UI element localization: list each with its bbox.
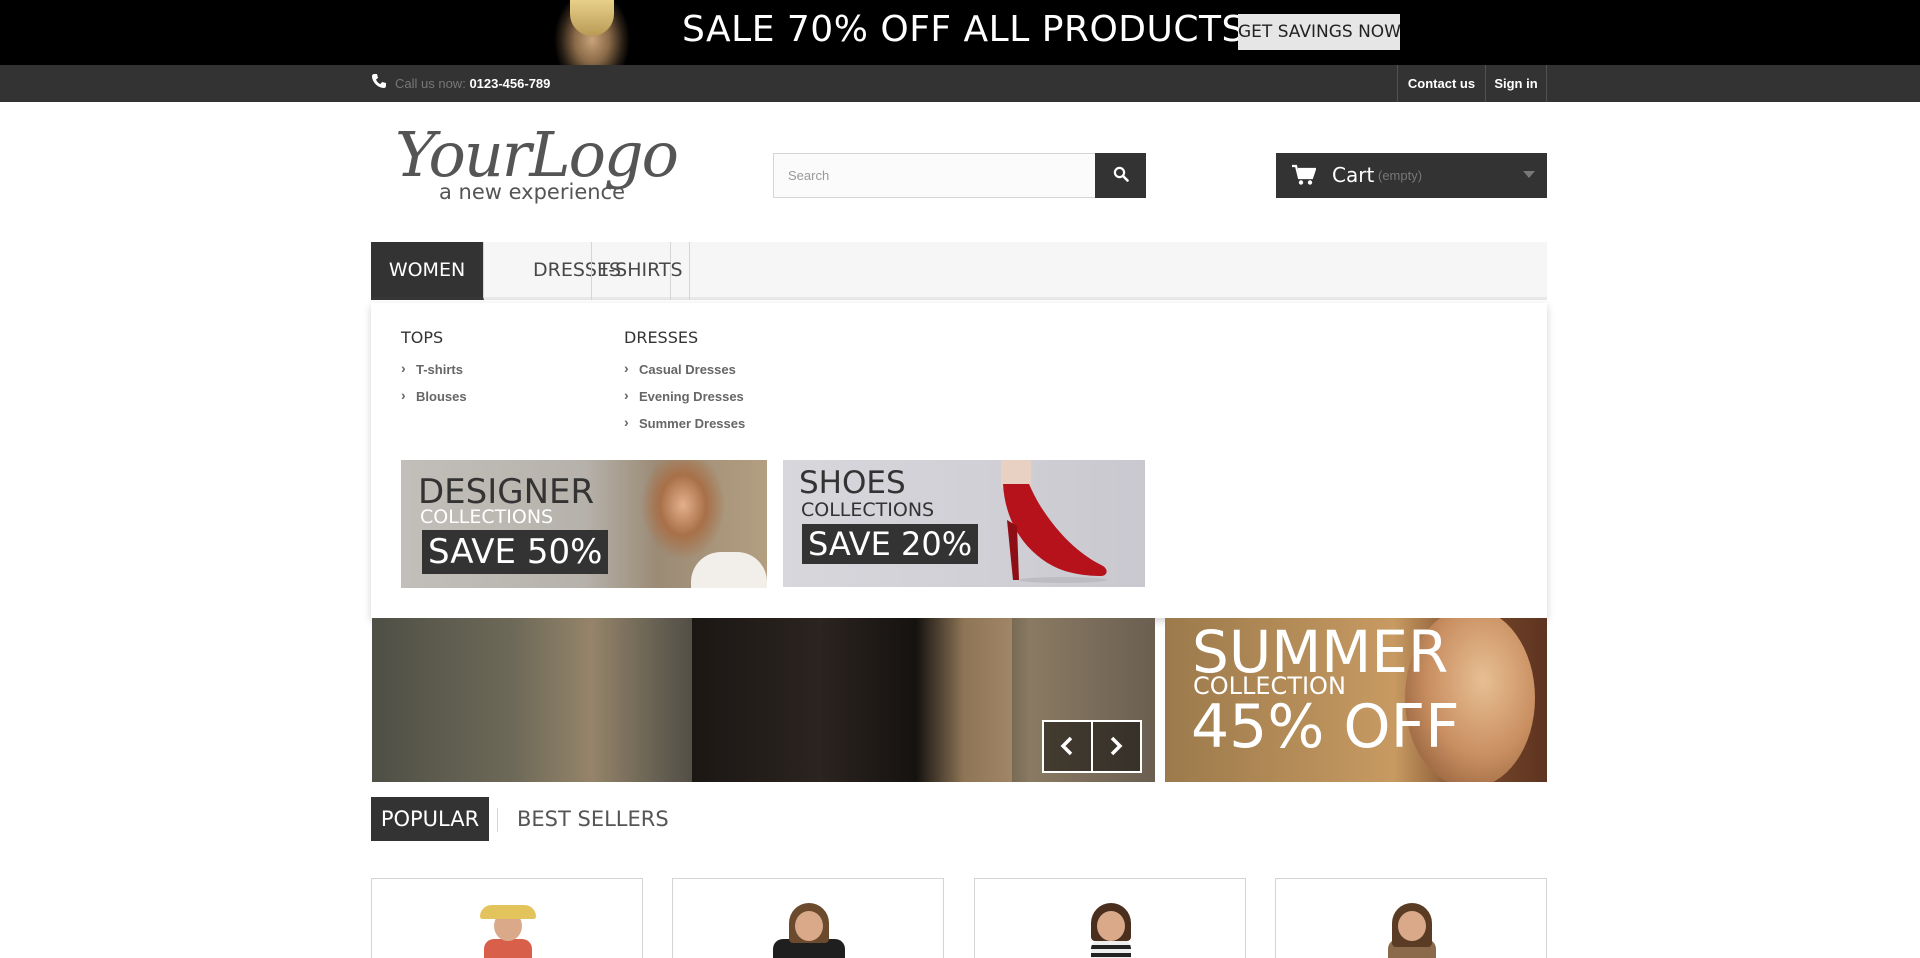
summer-collection-banner[interactable]: SUMMER COLLECTION 45% OFF <box>1165 618 1547 782</box>
sale-banner[interactable]: SALE 70% OFF ALL PRODUCTS GET SAVINGS NO… <box>0 0 1920 65</box>
women-dropdown-panel: TOPS T-shirts Blouses DRESSES Casual Dre… <box>371 303 1547 618</box>
top-nav-bar: Call us now: 0123-456-789 Contact us Sig… <box>0 65 1920 102</box>
product-model-head <box>1398 911 1426 941</box>
product-card[interactable] <box>1275 878 1547 958</box>
product-model-body <box>484 939 532 958</box>
homepage-slider[interactable] <box>372 618 1155 782</box>
chevron-left-icon <box>1060 736 1073 756</box>
product-card[interactable] <box>371 878 643 958</box>
dropdown-link-summer-dresses[interactable]: Summer Dresses <box>624 414 745 431</box>
promo-title-shoes: SHOES <box>799 465 906 501</box>
contact-us-link[interactable]: Contact us <box>1397 65 1485 102</box>
dropdown-link-evening-dresses[interactable]: Evening Dresses <box>624 387 744 404</box>
get-savings-button[interactable]: GET SAVINGS NOW <box>1238 14 1401 50</box>
chevron-right-icon <box>1110 736 1123 756</box>
promo-subtitle-designer: COLLECTIONS <box>420 506 554 528</box>
menu-divider <box>484 242 592 300</box>
tab-popular[interactable]: POPULAR <box>371 797 489 841</box>
product-card[interactable] <box>974 878 1246 958</box>
dropdown-heading-dresses[interactable]: DRESSES <box>624 328 698 347</box>
search-button[interactable] <box>1095 153 1146 198</box>
search-input[interactable] <box>773 153 1096 198</box>
call-us-label: Call us now: <box>395 76 466 91</box>
phone-icon <box>372 74 386 88</box>
phone-number: 0123-456-789 <box>469 76 551 91</box>
tab-best-sellers[interactable]: BEST SELLERS <box>517 797 669 841</box>
promo-discount-shoes: SAVE 20% <box>802 524 979 564</box>
slide-image-leather-jacket <box>692 618 1012 782</box>
site-logo[interactable]: YourLogo a new experience <box>395 118 685 210</box>
promo-discount-designer: SAVE 50% <box>422 530 609 574</box>
product-image <box>1061 899 1161 958</box>
sign-in-link[interactable]: Sign in <box>1485 65 1547 102</box>
shopping-cart-icon <box>1292 164 1316 185</box>
product-model-body <box>1091 939 1131 958</box>
product-image <box>1362 899 1462 958</box>
product-image <box>458 899 558 958</box>
product-model-hat <box>480 905 536 919</box>
slider-next-button[interactable] <box>1091 720 1142 773</box>
product-model-head <box>1097 911 1125 941</box>
designer-collection-promo[interactable]: DESIGNER COLLECTIONS SAVE 50% <box>401 460 767 588</box>
search-icon <box>1113 166 1129 182</box>
cart-status: (empty) <box>1378 168 1423 183</box>
promo-subtitle-shoes: COLLECTIONS <box>801 499 935 521</box>
logo-tagline: a new experience <box>439 180 626 204</box>
product-card[interactable] <box>672 878 944 958</box>
product-image <box>759 899 859 958</box>
product-model-head <box>795 911 823 941</box>
dropdown-link-blouses[interactable]: Blouses <box>401 387 466 404</box>
slider-prev-button[interactable] <box>1042 720 1093 773</box>
banner-model-image <box>530 0 660 65</box>
cart-label: Cart <box>1332 163 1375 187</box>
dropdown-link-casual-dresses[interactable]: Casual Dresses <box>624 360 736 377</box>
shoes-collection-promo[interactable]: SHOES COLLECTIONS SAVE 20% <box>783 460 1145 587</box>
chevron-down-icon[interactable] <box>1523 171 1535 178</box>
menu-item-tshirts[interactable]: T-SHIRTS <box>592 242 690 300</box>
red-shoe-image <box>1001 460 1107 583</box>
summer-discount: 45% OFF <box>1191 692 1460 762</box>
cart-block[interactable]: Cart (empty) <box>1276 153 1547 198</box>
dropdown-link-tshirts[interactable]: T-shirts <box>401 360 463 377</box>
call-us-text: Call us now: 0123-456-789 <box>395 76 550 91</box>
main-menu: WOMEN DRESSES T-SHIRTS <box>371 242 1547 300</box>
dropdown-heading-tops[interactable]: TOPS <box>401 328 443 347</box>
tab-divider <box>497 808 498 832</box>
menu-item-women[interactable]: WOMEN <box>371 242 484 300</box>
banner-headline: SALE 70% OFF ALL PRODUCTS <box>682 9 1245 50</box>
